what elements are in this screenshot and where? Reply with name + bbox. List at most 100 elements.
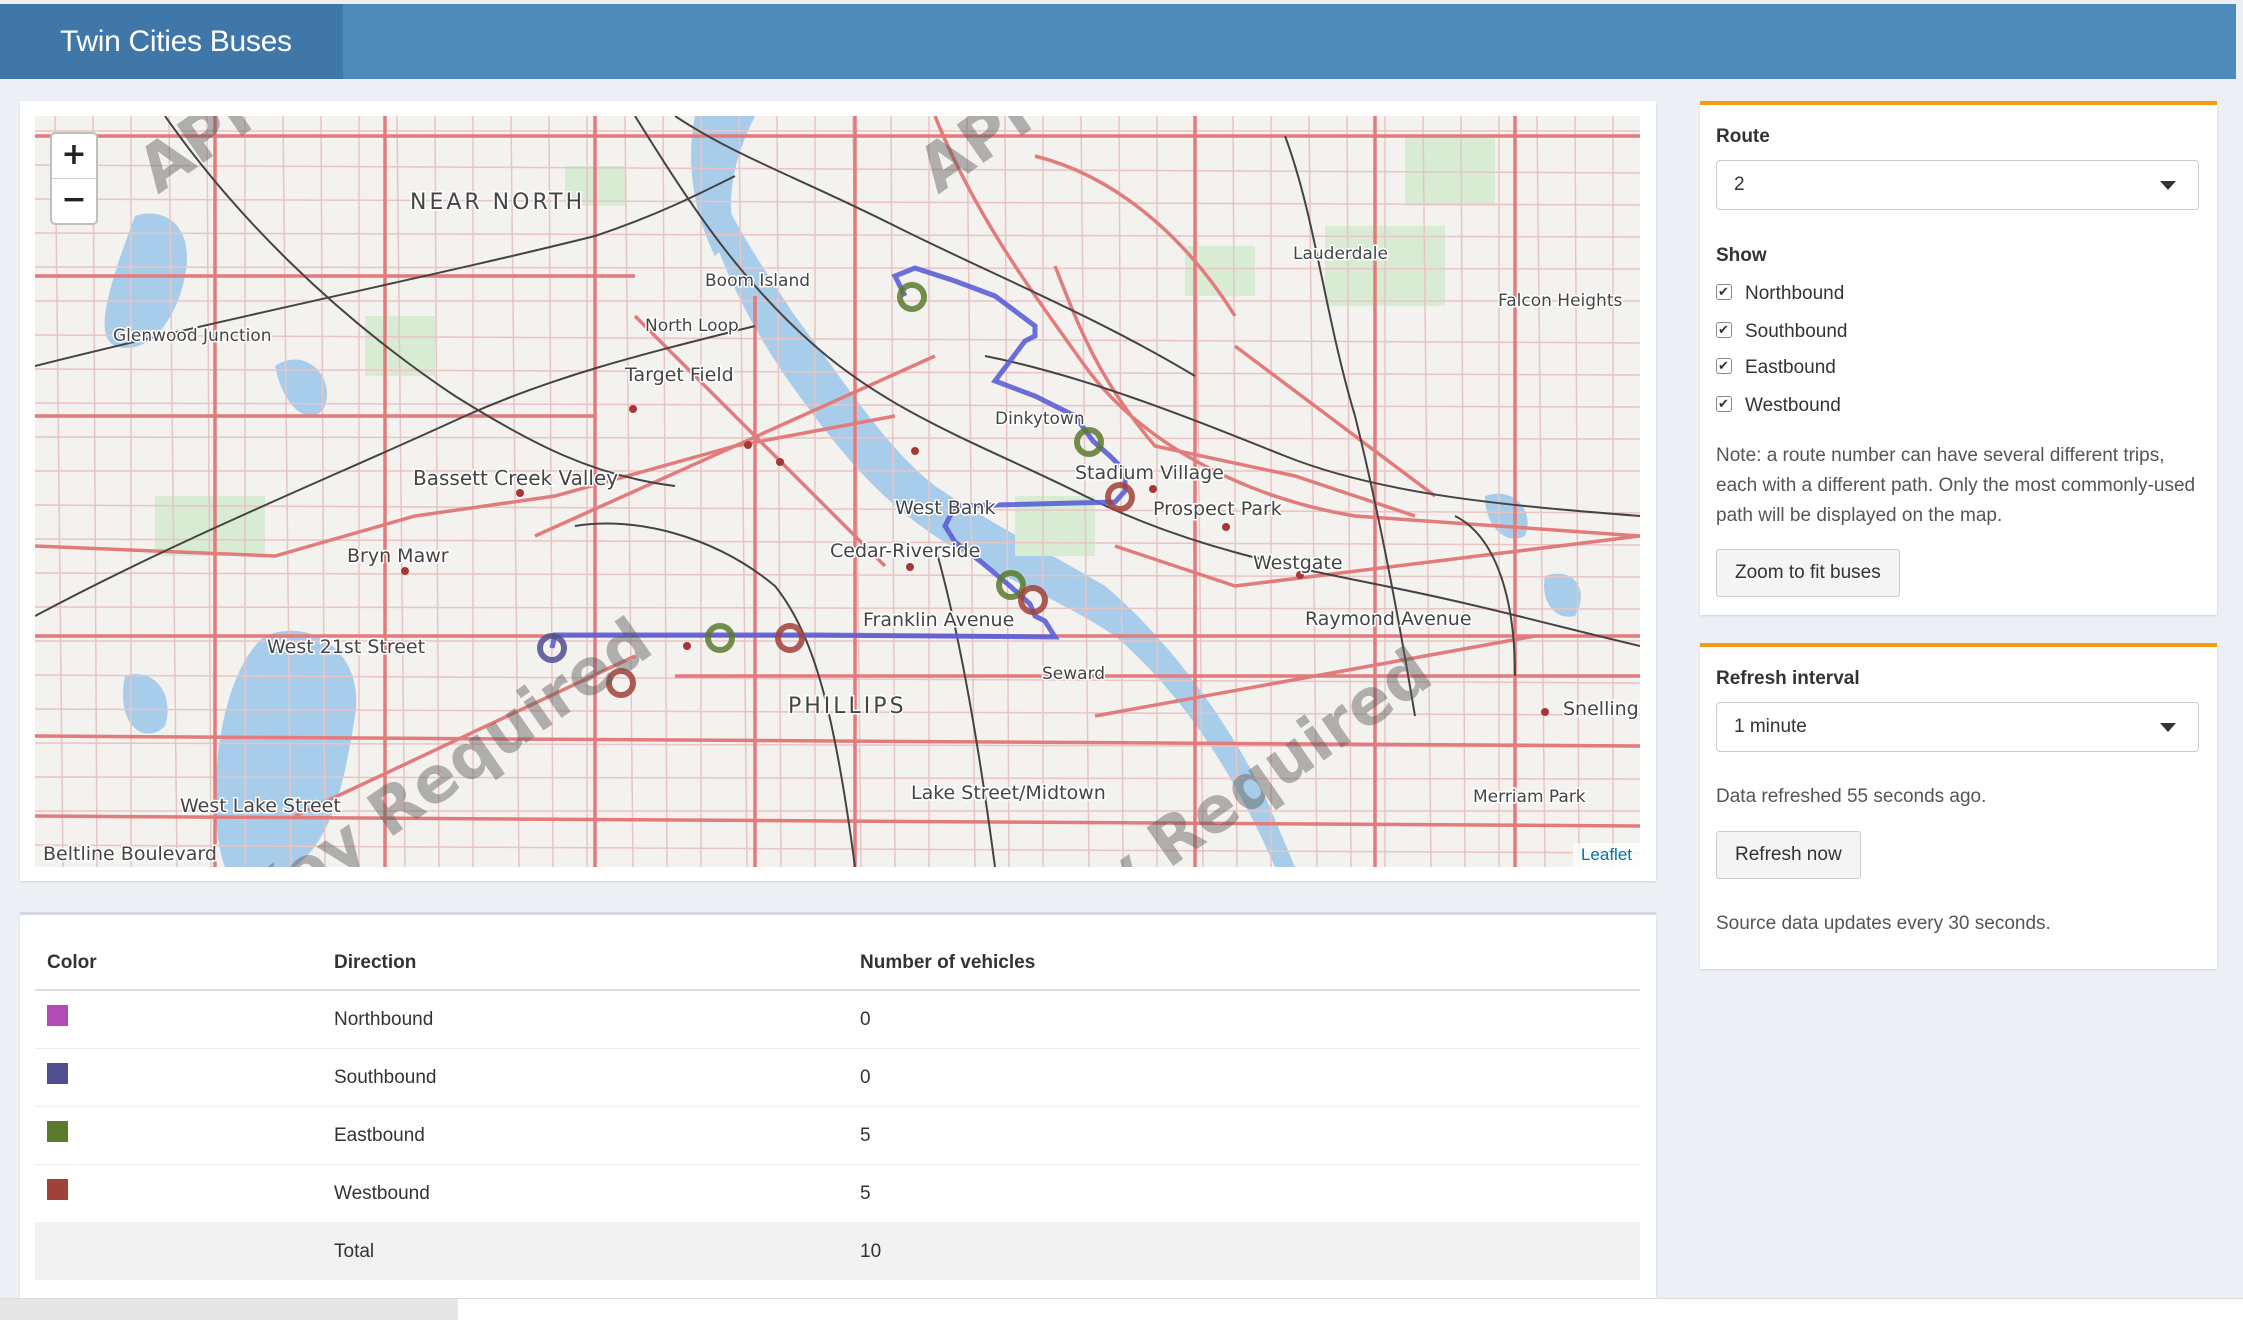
map-box: NEAR NORTH Boom Island North Loop Target Fi… xyxy=(20,101,1656,881)
street-line xyxy=(1460,116,1466,867)
street-line xyxy=(35,436,1640,440)
street-line xyxy=(1004,116,1010,867)
table-row: Westbound 5 xyxy=(35,1164,1640,1223)
checkbox-northbound[interactable]: Northbound xyxy=(1716,279,1845,307)
map-place-label: West Bank xyxy=(895,497,995,519)
map-place-label: Stadium Village xyxy=(1075,462,1224,484)
zoom-to-fit-button[interactable]: Zoom to fit buses xyxy=(1716,549,1900,597)
map-place-label: Seward xyxy=(1042,664,1105,684)
checkbox-icon[interactable] xyxy=(1716,317,1732,343)
map-place-label: NEAR NORTH xyxy=(410,190,585,215)
map-place-label: Falcon Heights xyxy=(1498,291,1622,311)
direction-cell: Eastbound xyxy=(322,1106,848,1165)
count-cell: 0 xyxy=(848,1048,1640,1107)
color-swatch-eastbound xyxy=(47,1120,68,1142)
color-swatch-southbound xyxy=(47,1062,68,1084)
street-line xyxy=(92,116,98,867)
map-place-label: Target Field xyxy=(624,364,734,386)
street-line xyxy=(1574,116,1580,867)
bottom-scrollbar[interactable] xyxy=(0,1298,2243,1320)
map-place-label: West Lake Street xyxy=(180,795,341,817)
street-line xyxy=(966,116,976,867)
scrollbar-thumb[interactable] xyxy=(0,1299,458,1320)
direction-cell: Northbound xyxy=(322,990,848,1049)
column-header-color: Color xyxy=(35,937,322,991)
street-line xyxy=(662,116,668,867)
map-place-label: Beltline Boulevard xyxy=(43,843,217,865)
zoom-control: + − xyxy=(50,132,98,225)
street-line xyxy=(54,116,64,867)
map-place-label: Glenwood Junction xyxy=(113,326,272,346)
street-line xyxy=(35,164,1640,174)
map-place-label: Cedar-Riverside xyxy=(830,540,980,562)
leaflet-attribution-link[interactable]: Leaflet xyxy=(1572,843,1640,867)
map[interactable]: NEAR NORTH Boom Island North Loop Target Fi… xyxy=(35,116,1640,867)
route-select[interactable]: 2 xyxy=(1716,160,2199,210)
color-swatch-northbound xyxy=(47,1004,68,1026)
zoom-out-button[interactable]: − xyxy=(52,178,96,223)
checkbox-eastbound[interactable]: Eastbound xyxy=(1716,353,1836,381)
vehicle-table-box: Color Direction Number of vehicles North… xyxy=(20,912,1656,1310)
map-place-label: Boom Island xyxy=(705,271,810,291)
show-label: Show xyxy=(1716,245,1767,266)
map-place-label: Lake Street/Midtown xyxy=(911,782,1106,804)
route-note: Note: a route number can have several di… xyxy=(1716,445,2196,526)
table-row: Eastbound 5 xyxy=(35,1106,1640,1165)
checkbox-icon[interactable] xyxy=(1716,353,1732,379)
map-place-label: Franklin Avenue xyxy=(863,609,1014,631)
street-line xyxy=(738,116,748,867)
chevron-down-icon xyxy=(2160,181,2176,190)
street-line xyxy=(1536,116,1546,867)
chevron-down-icon xyxy=(2160,723,2176,732)
map-place-label: North Loop xyxy=(645,316,739,336)
street-line xyxy=(396,116,406,867)
checkbox-label: Southbound xyxy=(1745,321,1848,342)
header-bar: Twin Cities Buses xyxy=(0,4,2236,79)
checkbox-label: Westbound xyxy=(1745,395,1841,416)
count-cell: 5 xyxy=(848,1164,1640,1223)
vehicle-table: Color Direction Number of vehicles North… xyxy=(35,937,1640,1280)
table-header-row: Color Direction Number of vehicles xyxy=(35,937,1640,991)
park-layer xyxy=(155,136,1495,556)
route-select-value: 2 xyxy=(1734,174,1745,195)
column-header-count: Number of vehicles xyxy=(848,937,1640,991)
street-line xyxy=(35,198,1640,206)
count-cell: 0 xyxy=(848,990,1640,1049)
color-cell xyxy=(35,990,322,1049)
map-place-label: Merriam Park xyxy=(1473,787,1586,807)
refresh-now-button[interactable]: Refresh now xyxy=(1716,831,1861,879)
refresh-interval-select[interactable]: 1 minute xyxy=(1716,702,2199,752)
color-swatch-westbound xyxy=(47,1178,68,1200)
total-count: 10 xyxy=(848,1222,1640,1280)
app-title[interactable]: Twin Cities Buses xyxy=(0,4,343,79)
checkbox-label: Eastbound xyxy=(1745,357,1836,378)
table-row: Southbound 0 xyxy=(35,1048,1640,1107)
direction-cell: Southbound xyxy=(322,1048,848,1107)
route-label: Route xyxy=(1716,126,1770,147)
column-header-direction: Direction xyxy=(322,937,848,991)
checkbox-icon[interactable] xyxy=(1716,279,1732,305)
street-line xyxy=(35,334,1640,344)
map-canvas[interactable]: NEAR NORTH Boom Island North Loop Target Fi… xyxy=(35,116,1640,867)
color-cell xyxy=(35,1048,322,1107)
refresh-interval-value: 1 minute xyxy=(1734,716,1807,737)
checkbox-westbound[interactable]: Westbound xyxy=(1716,391,1841,419)
route-controls-box: Route 2 Show Northbound Southbound Eastb… xyxy=(1700,101,2217,615)
checkbox-southbound[interactable]: Southbound xyxy=(1716,317,1848,345)
map-place-label: Bryn Mawr xyxy=(347,545,449,567)
street-line xyxy=(776,116,782,867)
refresh-controls-box: Refresh interval 1 minute Data refreshed… xyxy=(1700,643,2217,969)
direction-cell: Westbound xyxy=(322,1164,848,1223)
zoom-in-button[interactable]: + xyxy=(52,134,96,178)
table-total-row: Total 10 xyxy=(35,1222,1640,1280)
map-place-label: Prospect Park xyxy=(1153,498,1282,520)
map-place-label: Bassett Creek Valley xyxy=(413,466,618,490)
checkbox-label: Northbound xyxy=(1745,283,1845,304)
map-place-label: Westgate xyxy=(1253,552,1343,574)
color-cell xyxy=(35,1164,322,1223)
source-note: Source data updates every 30 seconds. xyxy=(1716,913,2051,934)
checkbox-icon[interactable] xyxy=(1716,391,1732,417)
street-line xyxy=(1080,116,1090,867)
count-cell: 5 xyxy=(848,1106,1640,1165)
refresh-interval-label: Refresh interval xyxy=(1716,668,1860,689)
